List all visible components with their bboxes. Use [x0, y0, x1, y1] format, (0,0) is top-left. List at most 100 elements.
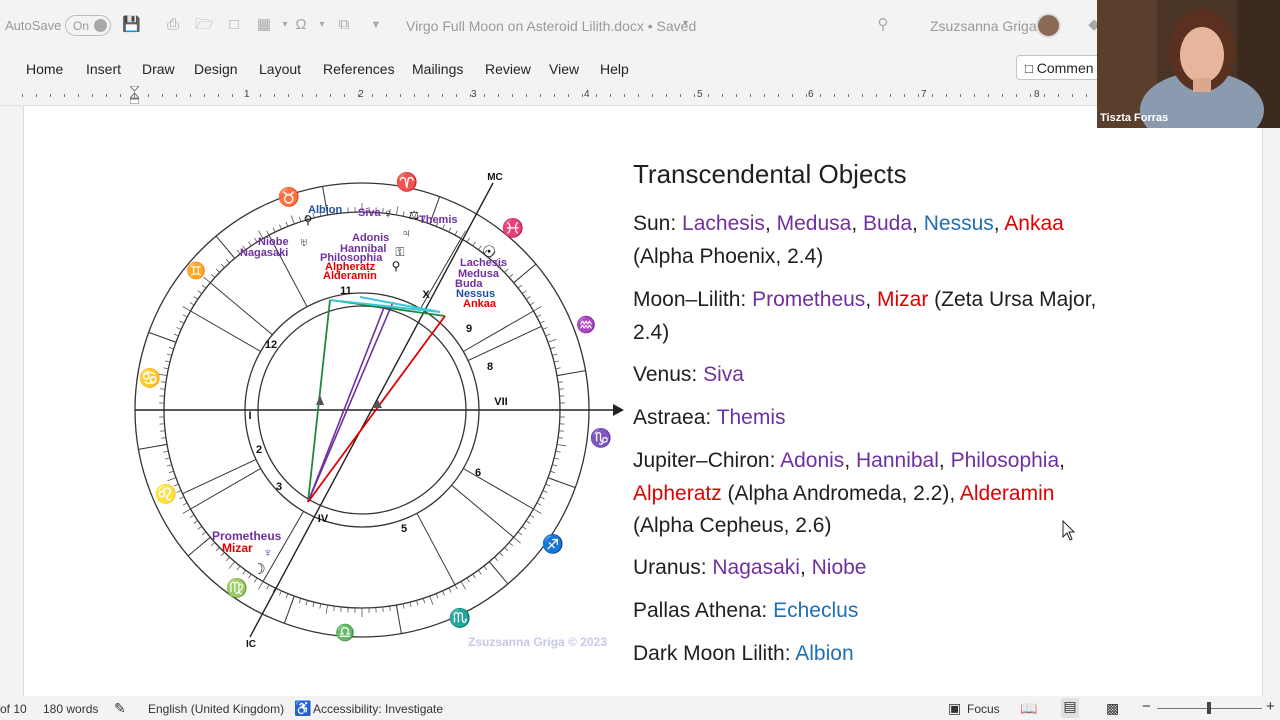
degree-tick [290, 215, 295, 225]
degree-tick [164, 360, 170, 363]
house-cusp [467, 325, 542, 362]
tab-review[interactable]: Review [485, 61, 531, 77]
label-albion: Albion [308, 204, 342, 216]
zoom-slider-thumb[interactable] [1207, 702, 1211, 714]
echeclus-text: Echeclus [773, 599, 859, 622]
omega-symbol-icon[interactable]: Ω [292, 16, 310, 34]
tab-home[interactable]: Home [26, 61, 63, 77]
tab-mailings[interactable]: Mailings [412, 61, 463, 77]
ruler-tick [64, 94, 65, 97]
degree-tick [536, 314, 542, 318]
degree-tick [182, 306, 191, 312]
degree-tick [402, 603, 405, 609]
new-document-icon[interactable]: □ [225, 16, 243, 34]
zoom-out-icon[interactable]: − [1142, 698, 1151, 715]
astraea-line: Astraea: Themis [633, 406, 786, 430]
accessibility-status[interactable]: Accessibility: Investigate [313, 702, 443, 716]
save-icon[interactable]: 💾 [122, 16, 141, 34]
degree-tick [258, 581, 264, 590]
adonis-text: Adonis [780, 449, 845, 472]
ruler-tick [162, 94, 163, 97]
label-themis: Themis [419, 214, 458, 226]
focus-icon[interactable]: ▣ [948, 700, 961, 717]
accessibility-icon[interactable]: ♿ [294, 700, 311, 717]
open-folder-icon[interactable]: 🗁 [195, 16, 214, 34]
word-count[interactable]: 180 words [43, 702, 98, 716]
search-icon[interactable]: ⚲ [874, 16, 892, 34]
degree-tick [189, 302, 195, 306]
tab-help[interactable]: Help [600, 61, 629, 77]
copy-icon[interactable]: ⧉ [335, 16, 353, 34]
pallas-label: Pallas Athena: [633, 599, 774, 622]
prometheus-text: Prometheus [752, 288, 866, 311]
jupiter-line-2: Alpheratz (Alpha Andromeda, 2.2), Aldera… [633, 482, 1054, 506]
chevron-down-icon[interactable]: ▾ [313, 16, 331, 34]
ruler-tick [330, 94, 331, 97]
venus-line: Venus: Siva [633, 363, 744, 387]
customize-toolbar-icon[interactable]: ▼ [367, 16, 385, 34]
buda-text: Buda [863, 212, 913, 235]
tab-insert[interactable]: Insert [86, 61, 121, 77]
proofing-icon[interactable]: ✎ [114, 700, 126, 717]
tab-layout[interactable]: Layout [259, 61, 301, 77]
degree-tick [168, 470, 174, 474]
tab-draw[interactable]: Draw [142, 61, 175, 77]
web-layout-icon[interactable]: ▩ [1106, 700, 1119, 717]
print-layout-icon[interactable]: ▤ [1061, 698, 1079, 718]
degree-tick [167, 477, 177, 482]
ruler-tick [932, 94, 933, 97]
horizontal-ruler[interactable]: 1 2 3 4 5 6 7 8 [0, 85, 1280, 106]
degree-tick [201, 531, 207, 536]
degree-tick [472, 241, 476, 247]
degree-tick [539, 320, 545, 324]
degree-tick [285, 593, 289, 599]
ruler-tick [372, 94, 373, 97]
sagittarius-icon: ♐ [542, 533, 564, 554]
zodiac-divider [395, 604, 402, 634]
avatar[interactable] [1036, 13, 1061, 38]
read-mode-icon[interactable]: 📖 [1020, 700, 1037, 717]
degree-tick [483, 565, 488, 571]
ruler-tick [750, 94, 751, 97]
degree-tick [168, 346, 174, 350]
ruler-tick [316, 94, 317, 97]
focus-label[interactable]: Focus [967, 702, 1000, 716]
degree-tick [163, 450, 169, 453]
user-name[interactable]: Zsuzsanna Griga [930, 18, 1037, 34]
table-icon[interactable]: ▦ [255, 16, 273, 34]
house-number: 11 [340, 285, 352, 297]
house-number: 9 [466, 323, 472, 335]
ruler-tick [78, 94, 79, 97]
degree-tick [525, 296, 531, 300]
print-icon[interactable]: ⎙ [164, 16, 182, 34]
ruler-tick [288, 94, 289, 97]
presenter-video [1097, 0, 1280, 128]
degree-tick [529, 514, 535, 518]
tab-view[interactable]: View [549, 61, 579, 77]
ruler-tick [624, 94, 625, 97]
language[interactable]: English (United Kingdom) [148, 702, 284, 716]
chevron-down-icon[interactable]: ▾ [683, 18, 688, 29]
mc-label: MC [487, 172, 503, 183]
degree-tick [197, 290, 203, 294]
degree-tick [179, 496, 185, 500]
degree-tick [558, 388, 564, 390]
house-cusp [451, 484, 514, 538]
title-bar: AutoSave On 💾 ⎙ 🗁 □ ▦ ▾ Ω ▾ ⧉ ▼ Virgo Fu… [0, 0, 1280, 52]
degree-tick [558, 381, 564, 383]
comments-button[interactable]: □ Commen [1016, 55, 1106, 80]
degree-tick [521, 526, 527, 530]
cancer-icon: ♋ [139, 367, 161, 388]
autosave-toggle[interactable]: On [65, 15, 111, 36]
page-count[interactable]: of 10 [0, 702, 27, 716]
zoom-in-icon[interactable]: + [1266, 698, 1275, 715]
house-number: VII [494, 396, 507, 408]
degree-tick [254, 237, 258, 243]
uranus-icon: ♅ [300, 235, 309, 249]
degree-tick [298, 598, 302, 604]
ruler-number: 6 [808, 89, 814, 100]
document-title[interactable]: Virgo Full Moon on Asteroid Lilith.docx … [406, 18, 696, 34]
ruler-number: 7 [921, 89, 927, 100]
tab-design[interactable]: Design [194, 61, 238, 77]
tab-references[interactable]: References [323, 61, 395, 77]
